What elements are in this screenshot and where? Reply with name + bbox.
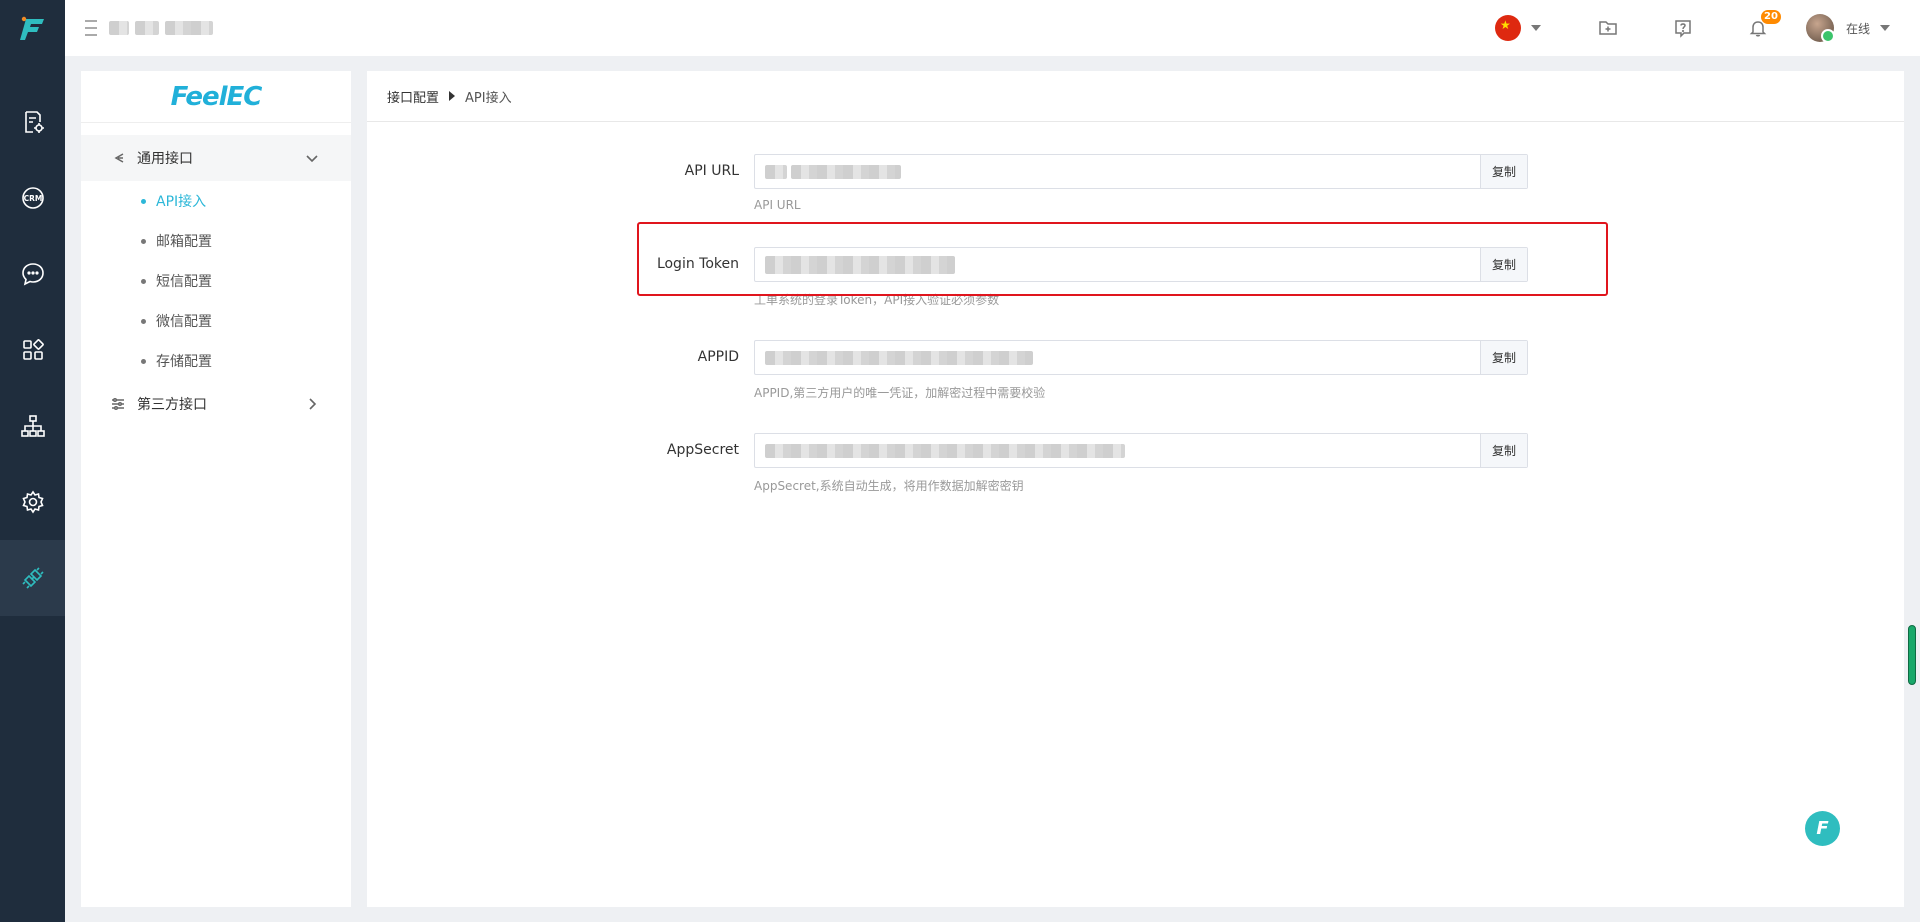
plug-link-icon xyxy=(21,567,44,589)
caret-right-icon xyxy=(449,91,456,101)
breadcrumb-parent[interactable]: 接口配置 xyxy=(387,87,439,106)
masked-value xyxy=(765,255,955,274)
sidebar-item-sms-config[interactable]: 短信配置 xyxy=(81,261,351,301)
copy-button[interactable]: 复制 xyxy=(1480,248,1527,281)
avatar xyxy=(1805,14,1835,43)
rail-ticket-settings[interactable] xyxy=(0,84,65,160)
sidebar-item-api-access[interactable]: API接入 xyxy=(81,181,351,221)
chevron-down-icon xyxy=(1880,25,1890,31)
bullet-dot xyxy=(141,198,146,204)
language-switcher[interactable] xyxy=(1494,15,1541,41)
help-button[interactable] xyxy=(1646,18,1721,38)
new-folder-button[interactable] xyxy=(1571,18,1646,38)
sidebar-item-email-config[interactable]: 邮箱配置 xyxy=(81,221,351,261)
notifications-button[interactable]: 20 xyxy=(1721,10,1796,38)
field-hint: AppSecret,系统自动生成，将用作数据加解密密钥 xyxy=(754,479,1024,493)
user-menu[interactable]: 在线 xyxy=(1805,14,1890,43)
rail-integration[interactable] xyxy=(0,540,65,616)
grid-apps-icon xyxy=(22,339,44,360)
appsecret-input[interactable]: 复制 xyxy=(754,433,1528,468)
main-panel: 接口配置 API接入 API URL 复制 API URL Login Toke… xyxy=(367,71,1904,907)
china-flag-icon xyxy=(1494,15,1521,41)
rail-settings[interactable] xyxy=(0,464,65,540)
field-label: APPID xyxy=(697,349,739,365)
blurred-title-part xyxy=(109,21,129,35)
copy-button[interactable]: 复制 xyxy=(1480,341,1527,374)
login-token-input[interactable]: 复制 xyxy=(754,247,1528,282)
field-label: Login Token xyxy=(656,256,739,272)
chevron-right-icon xyxy=(309,398,317,410)
notification-badge: 20 xyxy=(1760,10,1781,24)
field-hint: API URL xyxy=(754,198,801,212)
sidebar-item-label: API接入 xyxy=(156,194,207,210)
bullet-dot xyxy=(141,278,146,284)
breadcrumb-current: API接入 xyxy=(465,90,512,106)
feelec-logo-icon xyxy=(19,16,44,40)
subnav-logo: FeelEC xyxy=(81,71,351,123)
feelec-wordmark: FeelEC xyxy=(170,81,263,112)
masked-value xyxy=(765,443,1125,458)
field-label: API URL xyxy=(684,163,739,179)
left-rail: CRM xyxy=(0,0,65,922)
folder-plus-icon xyxy=(1599,21,1618,35)
crm-icon: CRM xyxy=(21,187,44,209)
app-logo[interactable] xyxy=(0,0,65,56)
appid-input[interactable]: 复制 xyxy=(754,340,1528,375)
copy-button[interactable]: 复制 xyxy=(1480,434,1527,467)
group-label: 通用接口 xyxy=(137,151,193,167)
sidebar-item-storage-config[interactable]: 存储配置 xyxy=(81,341,351,381)
menu-toggle-icon[interactable] xyxy=(85,20,97,36)
group-label: 第三方接口 xyxy=(137,397,207,413)
group-general-interfaces[interactable]: 通用接口 xyxy=(81,135,351,181)
bullet-dot xyxy=(141,238,146,244)
field-hint: 工单系统的登录Token，API接入验证必须参数 xyxy=(754,293,1000,307)
blurred-title-part xyxy=(165,21,213,35)
sidebar-item-wechat-config[interactable]: 微信配置 xyxy=(81,301,351,341)
gear-icon xyxy=(21,490,44,514)
help-question-icon xyxy=(1675,20,1692,38)
sliders-icon xyxy=(112,397,124,411)
copy-button[interactable]: 复制 xyxy=(1480,155,1527,188)
rail-chat[interactable] xyxy=(0,236,65,312)
rail-crm[interactable]: CRM xyxy=(0,160,65,236)
rail-org[interactable] xyxy=(0,388,65,464)
floating-help-button[interactable]: F xyxy=(1805,811,1840,846)
chat-bubble-icon xyxy=(21,263,44,286)
side-scroll-handle[interactable] xyxy=(1908,625,1916,685)
masked-value xyxy=(791,164,901,179)
group-third-party-interfaces[interactable]: 第三方接口 xyxy=(81,381,351,427)
sidebar-item-label: 存储配置 xyxy=(156,354,212,370)
crm-icon-text: CRM xyxy=(23,194,42,203)
chevron-down-icon xyxy=(1530,25,1541,31)
field-label: AppSecret xyxy=(666,442,739,458)
field-hint: APPID,第三方用户的唯一凭证，加解密过程中需要校验 xyxy=(754,386,1046,400)
rail-apps[interactable] xyxy=(0,312,65,388)
sidebar-item-label: 微信配置 xyxy=(156,314,212,330)
user-status-label: 在线 xyxy=(1845,21,1870,36)
settings-sidebar: FeelEC 通用接口 API接入 邮箱配置 短信配置 微信配置 存储配置 第三… xyxy=(81,71,351,907)
masked-value xyxy=(765,350,1033,365)
org-chart-icon xyxy=(20,415,45,437)
branch-icon xyxy=(114,153,124,163)
document-gear-icon xyxy=(24,111,44,133)
bullet-dot xyxy=(141,358,146,364)
masked-value xyxy=(765,164,787,179)
api-url-input[interactable]: 复制 xyxy=(754,154,1528,189)
blurred-title-part xyxy=(135,21,159,35)
breadcrumb: 接口配置 API接入 xyxy=(367,71,1904,122)
top-bar: 20 在线 xyxy=(65,0,1920,56)
chevron-down-icon xyxy=(306,155,318,163)
bullet-dot xyxy=(141,318,146,324)
sidebar-item-label: 短信配置 xyxy=(156,274,212,290)
top-right-actions: 20 在线 xyxy=(1494,0,1890,56)
sidebar-item-label: 邮箱配置 xyxy=(156,234,212,250)
